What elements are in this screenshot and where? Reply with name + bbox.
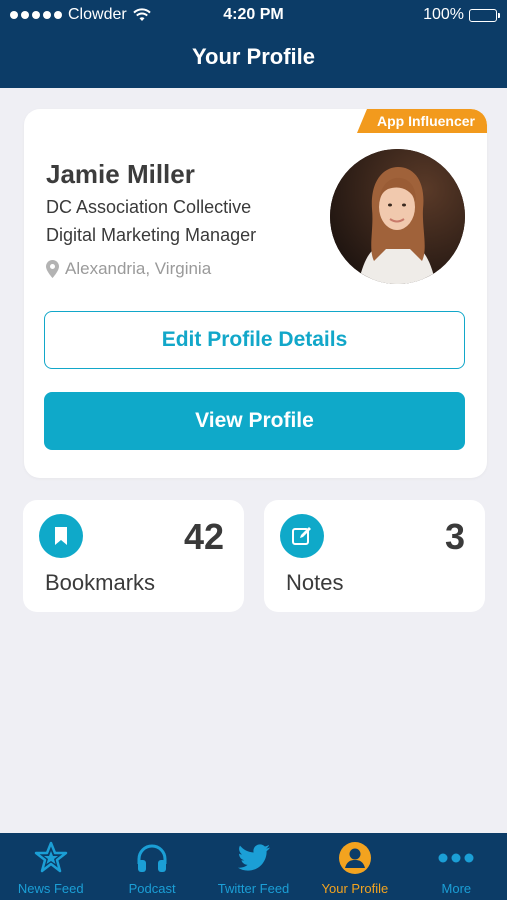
profile-card: App Influencer Jamie Miller DC Associati…	[24, 109, 487, 478]
tab-more[interactable]: More	[406, 833, 507, 900]
tab-podcast-label: Podcast	[128, 881, 176, 896]
location-text: Alexandria, Virginia	[65, 259, 212, 278]
profile-avatar	[330, 149, 465, 284]
header-bar: Clowder 4:20 PM 100% Your Profile	[0, 0, 507, 88]
location-pin-icon	[46, 260, 59, 278]
notes-count: 3	[444, 516, 465, 557]
user-icon	[337, 841, 373, 875]
tab-your-profile[interactable]: Your Profile	[304, 833, 405, 900]
tab-bar: News Feed Podcast Twitter Feed Your Prof…	[0, 833, 507, 900]
more-dots-icon	[438, 841, 474, 875]
notes-label: Notes	[286, 570, 344, 595]
bookmarks-count: 42	[183, 516, 224, 557]
view-profile-button[interactable]: View Profile	[44, 392, 465, 450]
tab-podcast[interactable]: Podcast	[101, 833, 202, 900]
status-bar: Clowder 4:20 PM 100%	[0, 0, 507, 30]
profile-organization: DC Association Collective	[46, 197, 252, 217]
tab-twitter-feed-label: Twitter Feed	[217, 881, 290, 896]
page-title: Your Profile	[191, 44, 316, 69]
battery-icon	[469, 8, 500, 22]
profile-role: Digital Marketing Manager	[46, 225, 257, 245]
bookmarks-label: Bookmarks	[45, 570, 156, 595]
edit-note-icon	[280, 514, 324, 558]
tab-your-profile-label: Your Profile	[321, 881, 389, 896]
influencer-badge: App Influencer	[356, 109, 487, 133]
notes-card[interactable]: 3 Notes	[264, 500, 485, 612]
bookmark-icon	[39, 514, 83, 558]
tab-news-feed-label: News Feed	[17, 881, 84, 896]
star-icon	[33, 841, 69, 875]
twitter-bird-icon	[236, 841, 272, 875]
profile-name: Jamie Miller	[46, 159, 195, 189]
status-right: 100%	[423, 6, 500, 24]
battery-percent: 100%	[423, 6, 464, 23]
bookmarks-card[interactable]: 42 Bookmarks	[23, 500, 244, 612]
tab-twitter-feed[interactable]: Twitter Feed	[203, 833, 304, 900]
profile-location: Alexandria, Virginia	[46, 259, 211, 279]
tab-more-label: More	[441, 881, 472, 896]
edit-profile-button[interactable]: Edit Profile Details	[44, 311, 465, 369]
headphones-icon	[134, 841, 170, 875]
tab-news-feed[interactable]: News Feed	[0, 833, 101, 900]
